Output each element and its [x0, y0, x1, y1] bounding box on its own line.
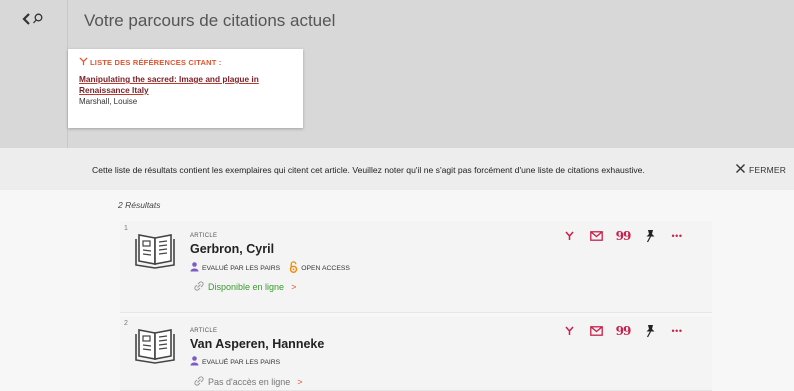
open-access-label: OPEN ACCESS [301, 264, 350, 272]
email-icon[interactable] [589, 325, 603, 337]
source-card-title[interactable]: Manipulating the sacred: Image and plagu… [79, 74, 292, 96]
result-title[interactable]: Gerbron, Cyril [190, 242, 274, 256]
peer-review-icon [190, 356, 199, 368]
citation-trail-icon[interactable] [562, 230, 576, 242]
open-access-badge: OPEN ACCESS [289, 261, 350, 275]
close-label: FERMER [749, 164, 787, 175]
result-number: 1 [124, 225, 128, 232]
peer-review-badge: EVALUÉ PAR LES PAIRS [190, 262, 280, 274]
pin-icon[interactable] [643, 230, 657, 243]
link-icon [194, 376, 204, 388]
availability-arrow: > [291, 282, 297, 292]
peer-review-icon [190, 262, 199, 274]
result-number: 2 [124, 320, 128, 327]
results-count: 2 Résultats [118, 200, 161, 210]
availability-label: Disponible en ligne [208, 282, 285, 292]
email-icon[interactable] [589, 230, 603, 242]
source-card-heading: LISTE DES RÉFÉRENCES CITANT : [79, 57, 292, 68]
more-icon[interactable]: ••• [670, 325, 684, 337]
close-icon [735, 163, 746, 176]
book-icon [135, 231, 175, 274]
availability-link[interactable]: Disponible en ligne > [194, 281, 296, 293]
source-card-author: Marshall, Louise [79, 97, 138, 106]
notice-text: Cette liste de résultats contient les ex… [92, 165, 645, 175]
resource-type: ARTICLE [190, 233, 218, 239]
link-icon [194, 281, 204, 293]
back-search-icon [21, 12, 47, 148]
book-icon [135, 326, 175, 369]
badges: EVALUÉ PAR LES PAIRS OPEN ACCESS [190, 261, 356, 275]
result-actions: 99 ••• [562, 230, 684, 243]
source-reference-card[interactable]: LISTE DES RÉFÉRENCES CITANT : Manipulati… [68, 49, 303, 128]
close-button[interactable]: FERMER [735, 163, 786, 176]
open-access-lock-icon [289, 261, 298, 275]
citation-trail-icon [79, 57, 88, 68]
source-card-heading-label: LISTE DES RÉFÉRENCES CITANT : [90, 58, 222, 67]
availability-arrow: > [297, 377, 303, 387]
peer-review-badge: EVALUÉ PAR LES PAIRS [190, 356, 280, 368]
more-icon[interactable]: ••• [670, 230, 684, 242]
result-actions: 99 ••• [562, 325, 684, 338]
badges: EVALUÉ PAR LES PAIRS [190, 356, 286, 368]
peer-review-label: EVALUÉ PAR LES PAIRS [202, 358, 281, 366]
result-title[interactable]: Van Asperen, Hanneke [190, 337, 324, 351]
citation-trail-icon[interactable] [562, 325, 576, 337]
page-title: Votre parcours de citations actuel [84, 11, 336, 30]
resource-type: ARTICLE [190, 328, 218, 334]
pin-icon[interactable] [643, 325, 657, 338]
availability-label: Pas d'accès en ligne [208, 377, 291, 387]
quote-icon[interactable]: 99 [616, 230, 632, 242]
list-item[interactable]: 1 ARTICLE Gerbron, Cyril EVALUÉ PAR LES … [120, 221, 712, 313]
peer-review-label: EVALUÉ PAR LES PAIRS [202, 264, 281, 272]
quote-icon[interactable]: 99 [616, 325, 632, 337]
availability-link[interactable]: Pas d'accès en ligne > [194, 376, 303, 388]
list-item[interactable]: 2 ARTICLE Van Asperen, Hanneke EVALUÉ PA… [120, 316, 712, 391]
back-button[interactable] [0, 0, 68, 148]
